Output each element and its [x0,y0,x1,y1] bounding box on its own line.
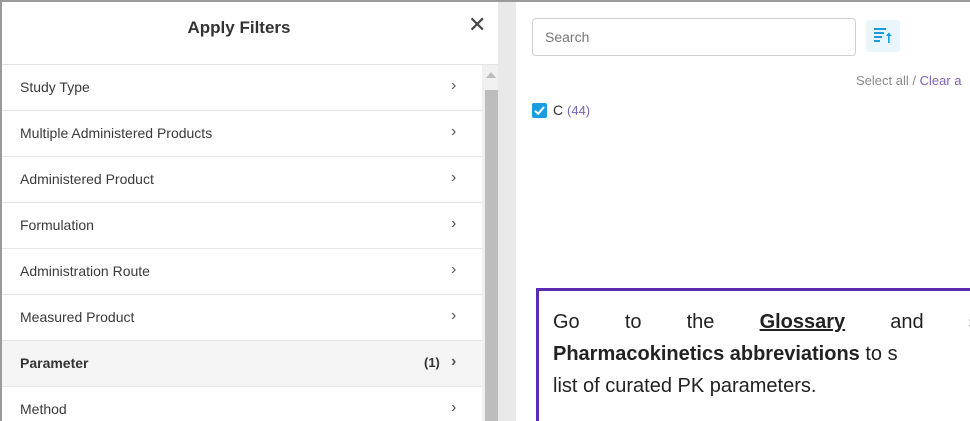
checkbox-checked[interactable] [532,103,547,118]
info-callout: Go to the Glossary and s Pharmacokinetic… [536,288,970,421]
chevron-right-icon: › [451,215,457,232]
select-all-link[interactable]: Select all [856,73,909,88]
filters-panel: Apply Filters ✕ Study Type › Multiple Ad… [2,2,500,421]
sort-ascending-icon [874,28,892,43]
callout-line-1: Go to the Glossary and s [553,311,970,334]
callout-word: to s [865,343,898,365]
chevron-right-icon: › [451,261,457,278]
chevron-right-icon: › [451,399,457,416]
filter-item-administered-product[interactable]: Administered Product › [2,157,482,203]
filter-item-label: Parameter [20,355,89,371]
check-icon [534,106,545,116]
filter-list: Study Type › Multiple Administered Produ… [2,65,482,421]
filters-title: Apply Filters [187,18,291,37]
filter-item-label: Method [20,401,67,417]
filter-item-label: Administered Product [20,171,154,187]
callout-abbrev: Pharmacokinetics abbreviations [553,343,860,365]
scrollbar-thumb[interactable] [485,90,498,421]
callout-word: Go [553,311,580,333]
sort-button[interactable] [866,20,900,52]
search-input[interactable] [532,18,856,56]
chevron-right-icon: › [451,77,457,94]
filter-count-badge: (1) [424,355,440,370]
panel-divider [498,2,516,421]
filter-item-measured-product[interactable]: Measured Product › [2,295,482,341]
filters-header: Apply Filters ✕ [2,2,498,64]
chevron-right-icon: › [451,307,457,324]
callout-word: and [890,311,924,333]
filter-item-method[interactable]: Method › [2,387,482,421]
option-item[interactable]: C (44) [532,102,590,118]
close-icon[interactable]: ✕ [468,14,486,36]
filter-item-label: Study Type [20,79,90,95]
callout-line-2: Pharmacokinetics abbreviations to s [553,343,898,366]
chevron-right-icon: › [451,123,457,140]
callout-word: to [624,311,642,333]
filter-item-parameter[interactable]: Parameter (1) › [2,341,482,387]
filter-item-study-type[interactable]: Study Type › [2,65,482,111]
filter-item-label: Multiple Administered Products [20,125,213,141]
option-label: C [553,102,564,118]
option-count: (44) [567,103,591,118]
scroll-up-arrow-icon[interactable] [486,72,496,78]
filter-item-multiple-administered-products[interactable]: Multiple Administered Products › [2,111,482,157]
glossary-link[interactable]: Glossary [760,311,846,333]
callout-word: the [686,311,715,333]
link-separator: / [912,73,916,88]
filter-item-administration-route[interactable]: Administration Route › [2,249,482,295]
filter-item-formulation[interactable]: Formulation › [2,203,482,249]
chevron-right-icon: › [451,169,457,186]
callout-line-3: list of curated PK parameters. [553,375,817,397]
select-links: Select all / Clear a [856,73,962,88]
chevron-right-icon: › [451,353,457,370]
filter-item-label: Measured Product [20,309,135,325]
clear-all-link[interactable]: Clear a [920,73,962,88]
filter-item-label: Administration Route [20,263,150,279]
filter-item-label: Formulation [20,217,94,233]
